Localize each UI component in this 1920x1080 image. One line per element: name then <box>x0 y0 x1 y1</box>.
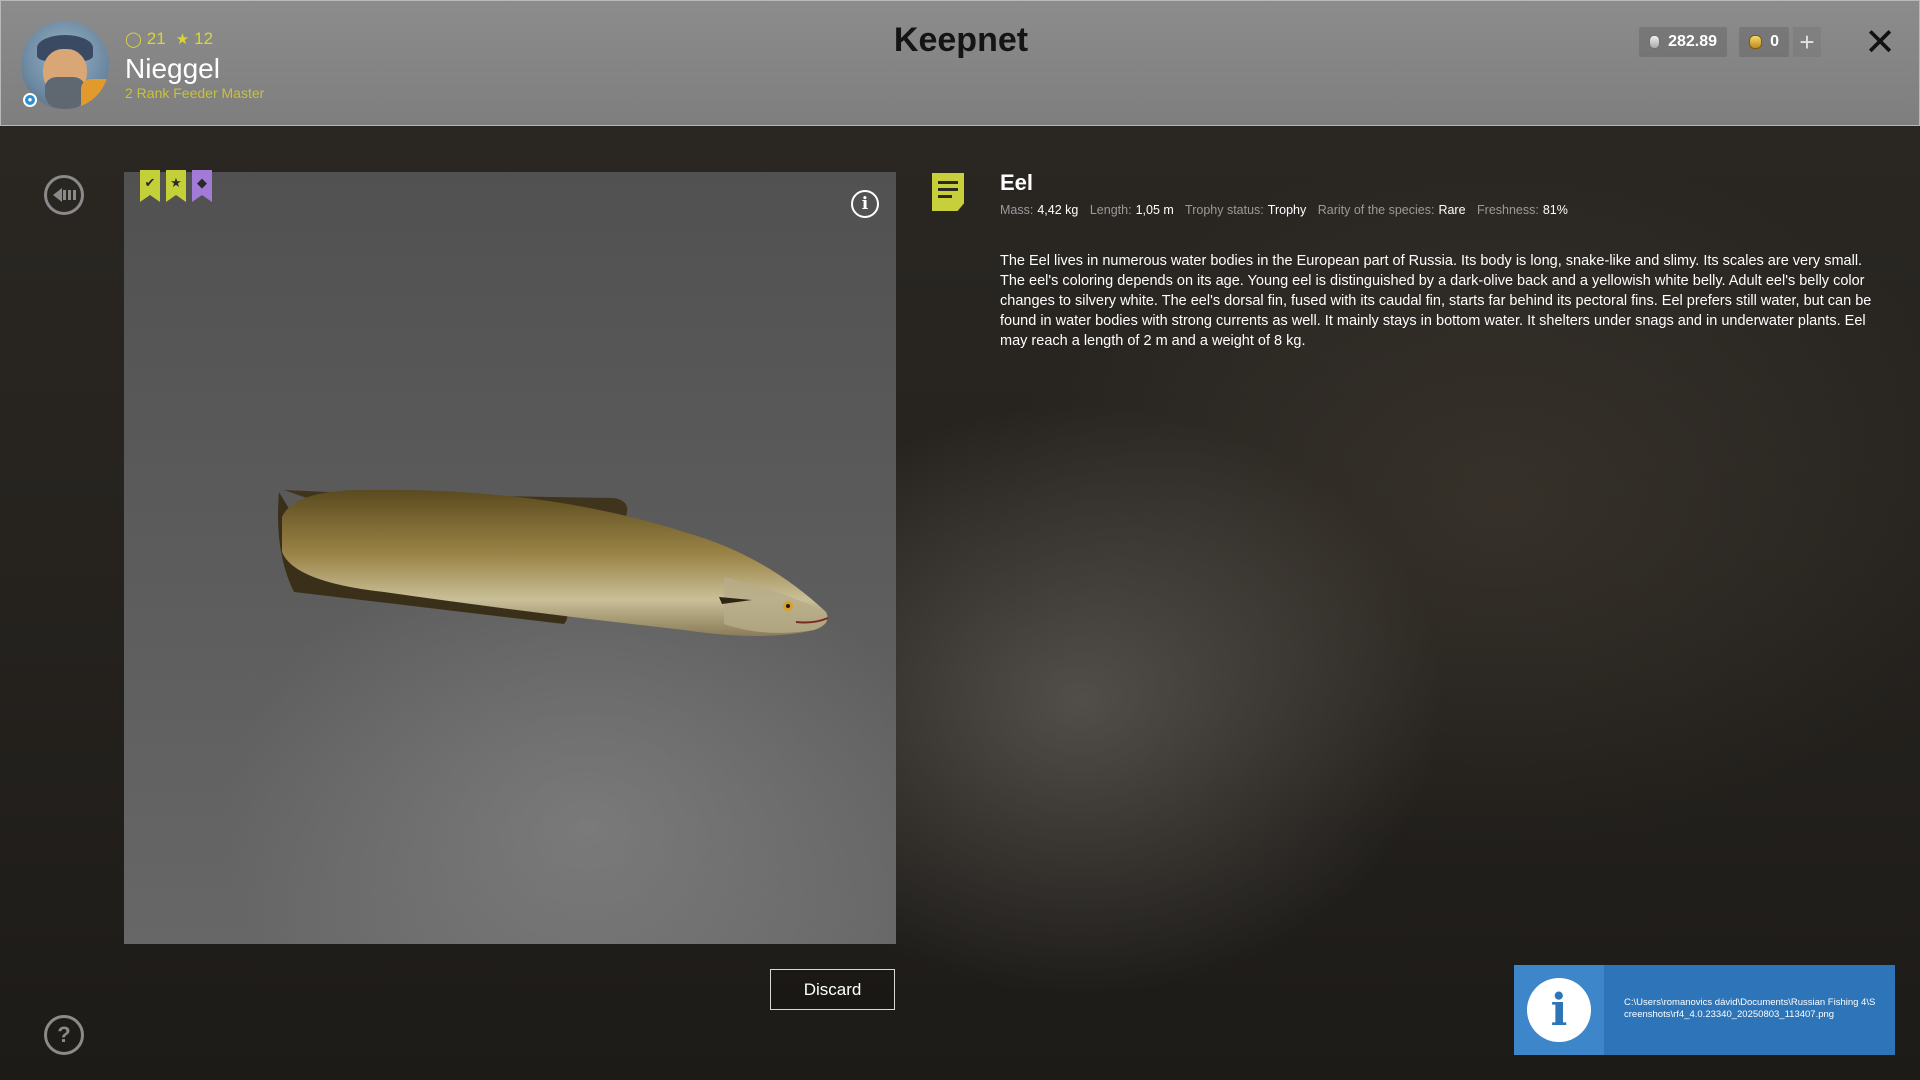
globe-icon: ● <box>23 93 37 107</box>
freshness-label: Freshness: <box>1477 203 1539 217</box>
player-name: Nieggel <box>125 53 220 84</box>
notification-path: C:\Users\romanovics dávid\Documents\Russ… <box>1624 997 1876 1020</box>
silver-balance: 282.89 <box>1639 27 1727 57</box>
document-icon <box>932 173 964 211</box>
info-icon: i <box>1527 978 1591 1042</box>
player-rank: 2 Rank Feeder Master <box>125 85 265 101</box>
stars-stat: ★ 12 <box>176 29 213 49</box>
level-stat: ◯ 21 <box>125 29 166 49</box>
rarity-value: Rare <box>1438 203 1466 217</box>
avatar-coat <box>81 79 109 109</box>
star-badge-icon: ★ <box>166 170 186 202</box>
level-ring-icon: ◯ <box>125 31 142 48</box>
trophy-label: Trophy status: <box>1185 203 1264 217</box>
stars-value: 12 <box>194 29 214 48</box>
silver-coin-icon <box>1649 35 1661 49</box>
length-label: Length: <box>1089 203 1132 217</box>
add-currency-button[interactable]: + <box>1793 27 1821 57</box>
length-value: 1,05 m <box>1135 203 1174 217</box>
gold-value: 0 <box>1770 33 1779 50</box>
diamond-badge-icon: ◆ <box>192 170 212 202</box>
screenshot-notification[interactable]: i C:\Users\romanovics dávid\Documents\Ru… <box>1514 965 1895 1055</box>
notification-icon-box: i <box>1514 965 1604 1055</box>
info-icon[interactable]: i <box>851 190 879 218</box>
eel-image <box>278 489 829 636</box>
fish-preview-panel[interactable]: ✔ ★ ◆ i <box>124 170 896 944</box>
check-badge-icon: ✔ <box>140 170 160 202</box>
star-icon: ★ <box>175 31 190 48</box>
fish-name: Eel <box>1000 170 1034 195</box>
gold-coin-icon <box>1749 35 1763 49</box>
gold-balance: 0 <box>1739 27 1789 57</box>
fish-meta: Mass: 4,42 kg Length: 1,05 m Trophy status… <box>1000 203 1576 217</box>
mass-label: Mass: <box>1000 203 1034 217</box>
page-title: Keepnet <box>893 21 1029 59</box>
freshness-value: 81% <box>1542 203 1568 217</box>
back-arrow-glyph <box>53 188 76 202</box>
avatar-beard <box>45 77 85 109</box>
top-bar: ● ◯ 21 ★ 12 Nieggel 2 Rank Feeder Master… <box>0 0 1920 126</box>
back-arrow-icon[interactable] <box>44 175 84 215</box>
trophy-value: Trophy <box>1267 203 1307 217</box>
discard-button[interactable]: Discard <box>770 969 895 1010</box>
help-icon[interactable]: ? <box>44 1015 84 1055</box>
fish-description: The Eel lives in numerous water bodies i… <box>1000 253 1872 349</box>
player-stats: ◯ 21 ★ 12 <box>125 29 213 49</box>
fish-badges: ✔ ★ ◆ <box>140 170 212 202</box>
level-value: 21 <box>146 29 166 48</box>
close-icon[interactable]: ✕ <box>1861 22 1899 64</box>
silver-value: 282.89 <box>1668 33 1717 50</box>
rarity-label: Rarity of the species: <box>1317 203 1435 217</box>
mass-value: 4,42 kg <box>1037 203 1079 217</box>
